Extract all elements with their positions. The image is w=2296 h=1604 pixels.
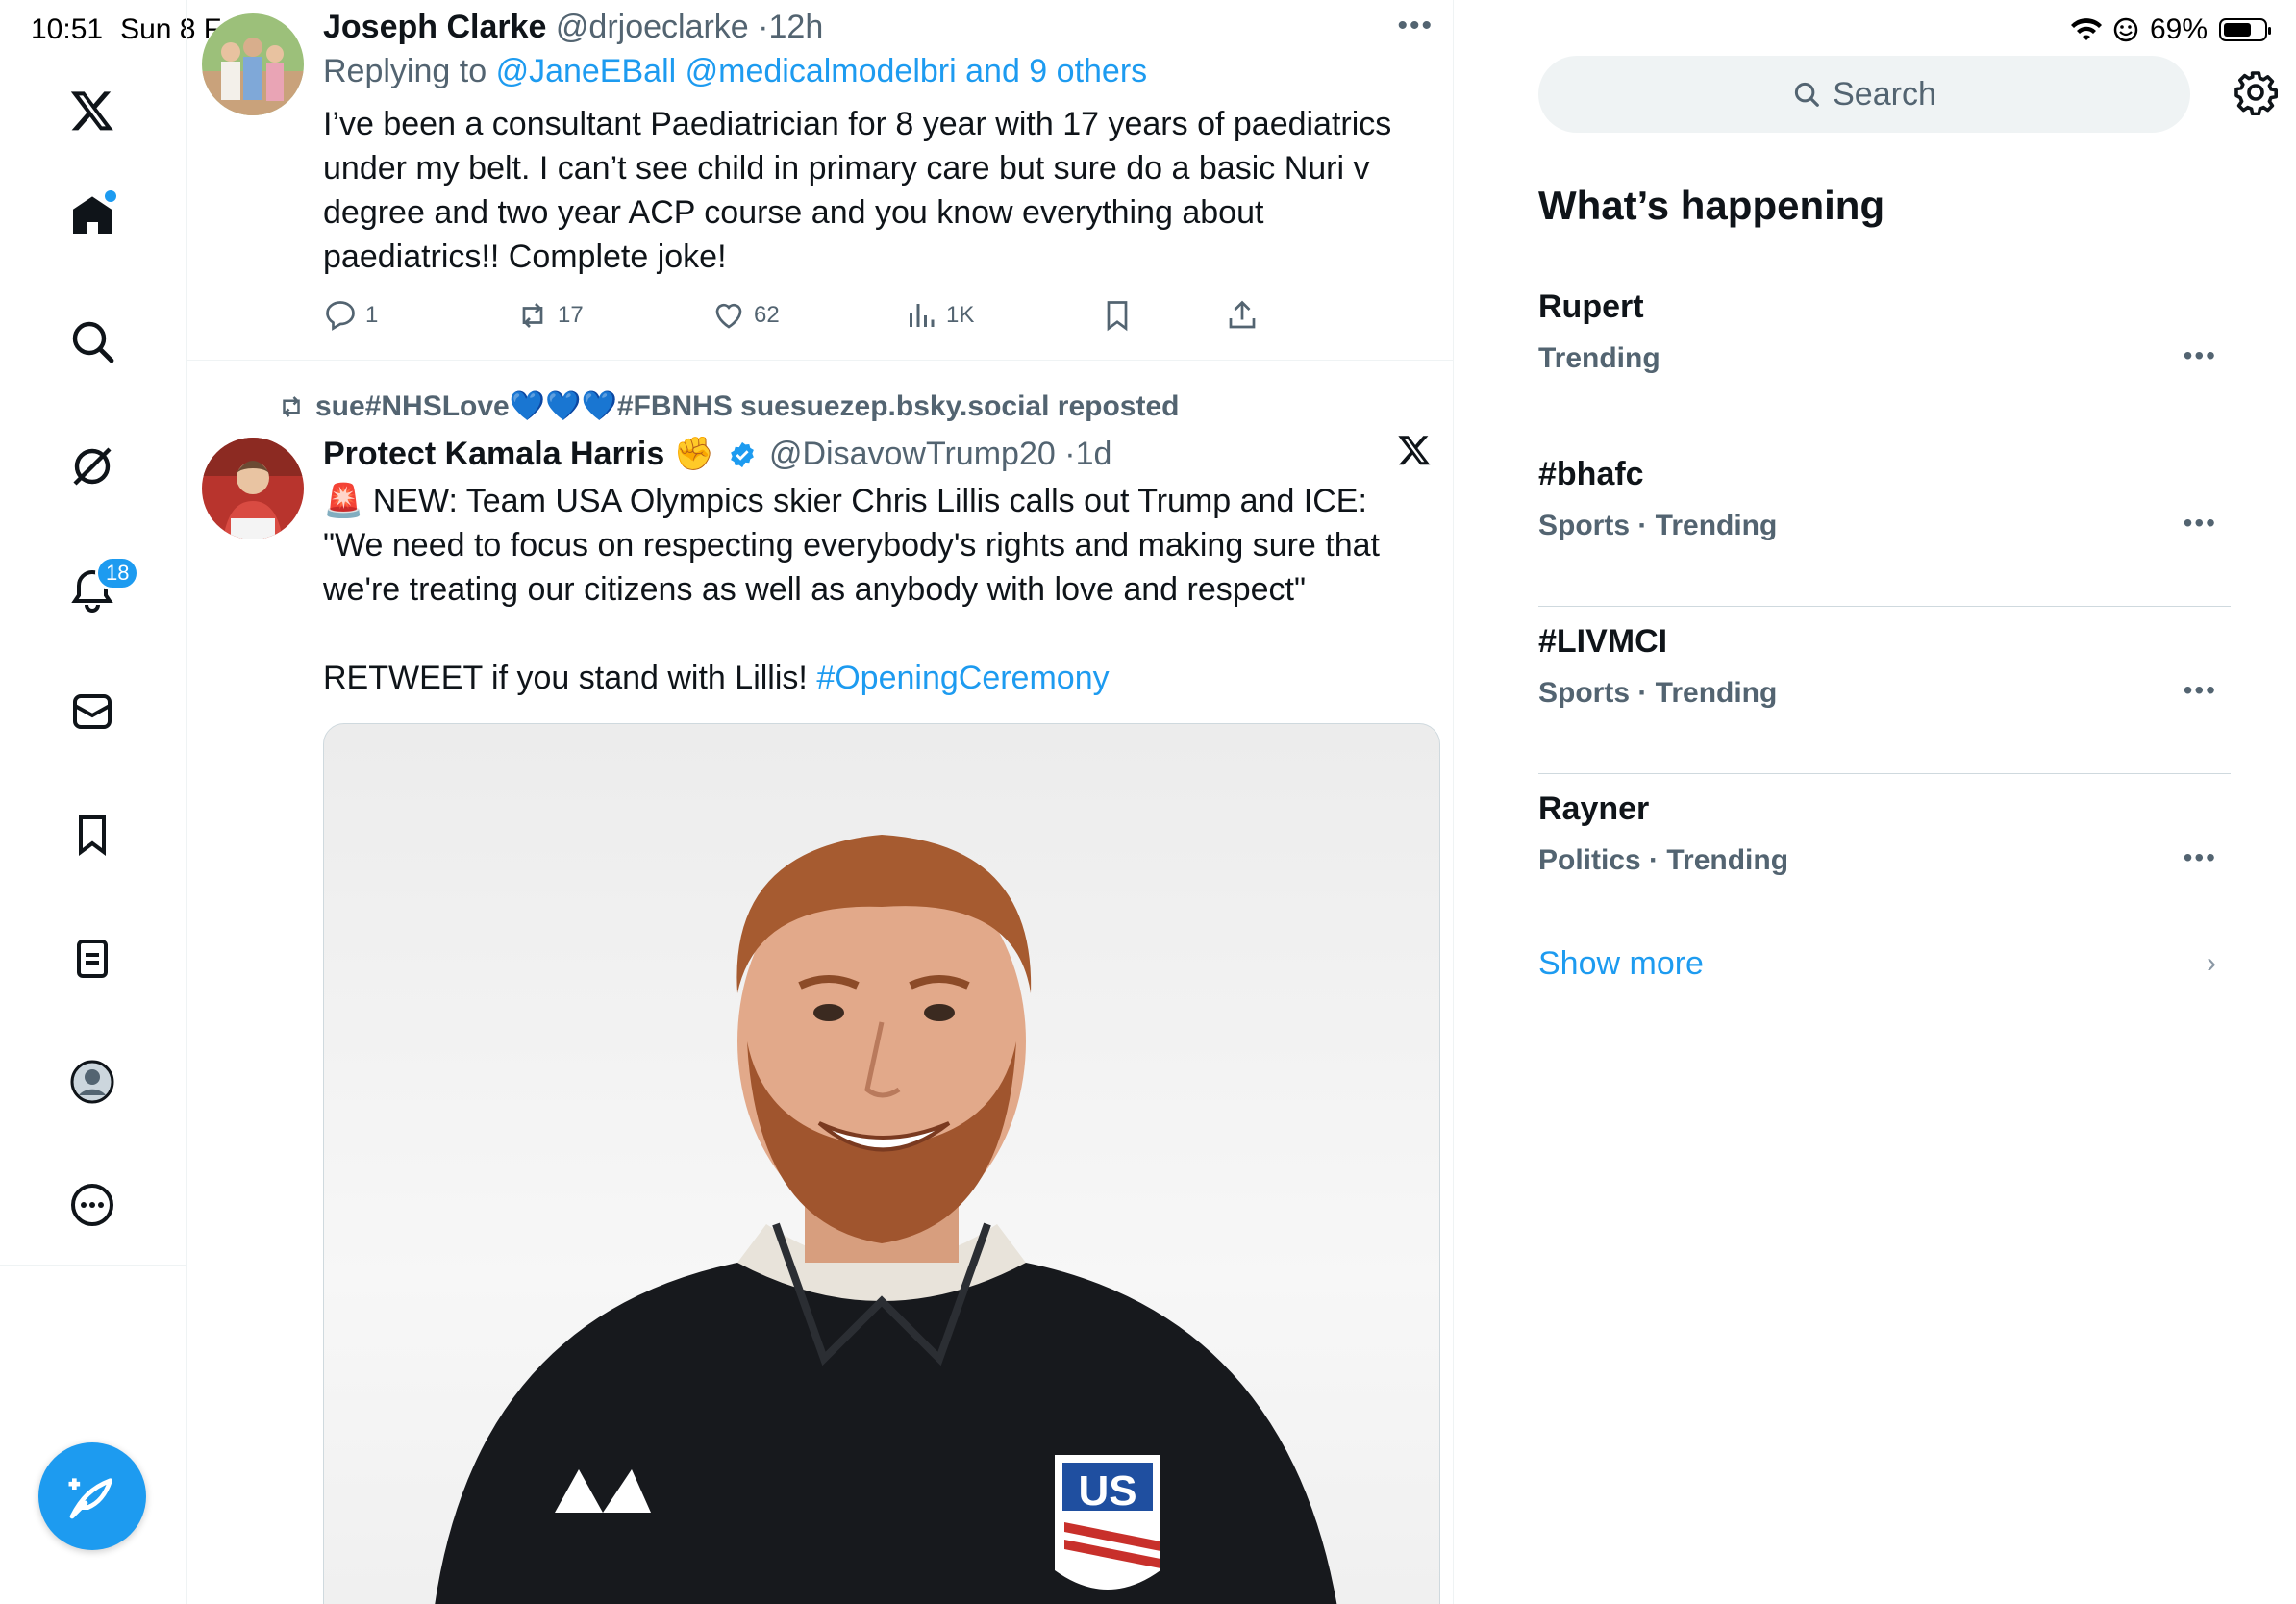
trend-meta: Trending	[1538, 342, 1660, 374]
timeline: Joseph Clarke @drjoeclarke ·12h Replying…	[186, 0, 1454, 1604]
messages-envelope-icon[interactable]	[59, 678, 126, 745]
settings-gear-icon[interactable]	[2233, 69, 2279, 120]
avatar[interactable]	[202, 438, 304, 539]
tweet-media-image[interactable]: US	[323, 723, 1440, 1604]
compose-quill-icon	[68, 1478, 112, 1519]
trend-meta: Sports · Trending	[1538, 677, 1778, 709]
trend-meta: Politics · Trending	[1538, 844, 1789, 876]
left-nav: 18	[0, 0, 187, 1604]
search-icon[interactable]	[59, 308, 126, 375]
notifications-badge: 18	[95, 556, 140, 590]
trend-item[interactable]: Rupert Trending •••	[1538, 271, 2231, 439]
search-input[interactable]: Search	[1538, 56, 2190, 133]
tweet-header: Protect Kamala Harris ✊ @DisavowTrump20 …	[323, 436, 1112, 472]
x-source-icon[interactable]	[1397, 433, 1432, 472]
search-placeholder: Search	[1833, 75, 1936, 113]
trend-item[interactable]: #bhafc Sports · Trending •••	[1538, 439, 2231, 607]
trend-more-icon[interactable]: •••	[2184, 675, 2217, 706]
trend-name: Rupert	[1538, 288, 1644, 325]
lists-icon[interactable]	[59, 925, 126, 992]
reposter-name[interactable]: sue#NHSLove💙💙💙#FBNHS suesuezep.bsky.soci…	[315, 389, 1179, 423]
compose-button[interactable]	[38, 1442, 146, 1550]
trend-name: Rayner	[1538, 790, 1650, 827]
notifications-bell-icon[interactable]: 18	[59, 556, 140, 625]
trend-more-icon[interactable]: •••	[2184, 842, 2217, 873]
grok-icon[interactable]	[59, 433, 126, 500]
tweet-reposted[interactable]: sue#NHSLove💙💙💙#FBNHS suesuezep.bsky.soci…	[186, 0, 1453, 1604]
repost-context: sue#NHSLove💙💙💙#FBNHS suesuezep.bsky.soci…	[277, 389, 1179, 423]
tweet-text: 🚨 NEW: Team USA Olympics skier Chris Lil…	[323, 483, 1380, 696]
profile-avatar-icon[interactable]	[59, 1048, 126, 1115]
home-icon[interactable]	[59, 183, 126, 250]
trend-name: #LIVMCI	[1538, 623, 1668, 660]
author-handle[interactable]: @DisavowTrump20	[769, 436, 1056, 472]
repost-icon	[283, 395, 300, 417]
trend-name: #bhafc	[1538, 456, 1644, 492]
tweet-time: 1d	[1075, 436, 1112, 472]
trend-item[interactable]: #LIVMCI Sports · Trending •••	[1538, 606, 2231, 774]
verified-badge-icon	[730, 441, 754, 468]
whats-happening-title: What’s happening	[1538, 183, 1885, 228]
hashtag-link[interactable]: #OpeningCeremony	[816, 660, 1109, 696]
trend-more-icon[interactable]: •••	[2184, 340, 2217, 371]
bookmarks-icon[interactable]	[59, 801, 126, 868]
blue-hearts: 💙💙💙	[509, 390, 617, 422]
author-name[interactable]: Protect Kamala Harris	[323, 436, 664, 472]
show-more-link[interactable]: Show more	[1538, 945, 1704, 983]
search-icon	[1795, 82, 1819, 107]
trend-meta: Sports · Trending	[1538, 510, 1778, 541]
more-options-icon[interactable]	[59, 1171, 126, 1239]
trend-more-icon[interactable]: •••	[2184, 508, 2217, 539]
siren-emoji: 🚨	[323, 483, 364, 519]
chevron-right-icon[interactable]: ›	[2207, 947, 2216, 980]
right-sidebar: Search What’s happening Rupert Trending …	[1454, 0, 2296, 1604]
x-logo-icon[interactable]	[59, 77, 126, 144]
fist-emoji: ✊	[673, 436, 715, 472]
unread-dot	[105, 190, 116, 202]
us-ski-logo-text: US	[1078, 1467, 1136, 1515]
nav-divider	[0, 1265, 186, 1266]
trend-item[interactable]: Rayner Politics · Trending •••	[1538, 773, 2231, 940]
